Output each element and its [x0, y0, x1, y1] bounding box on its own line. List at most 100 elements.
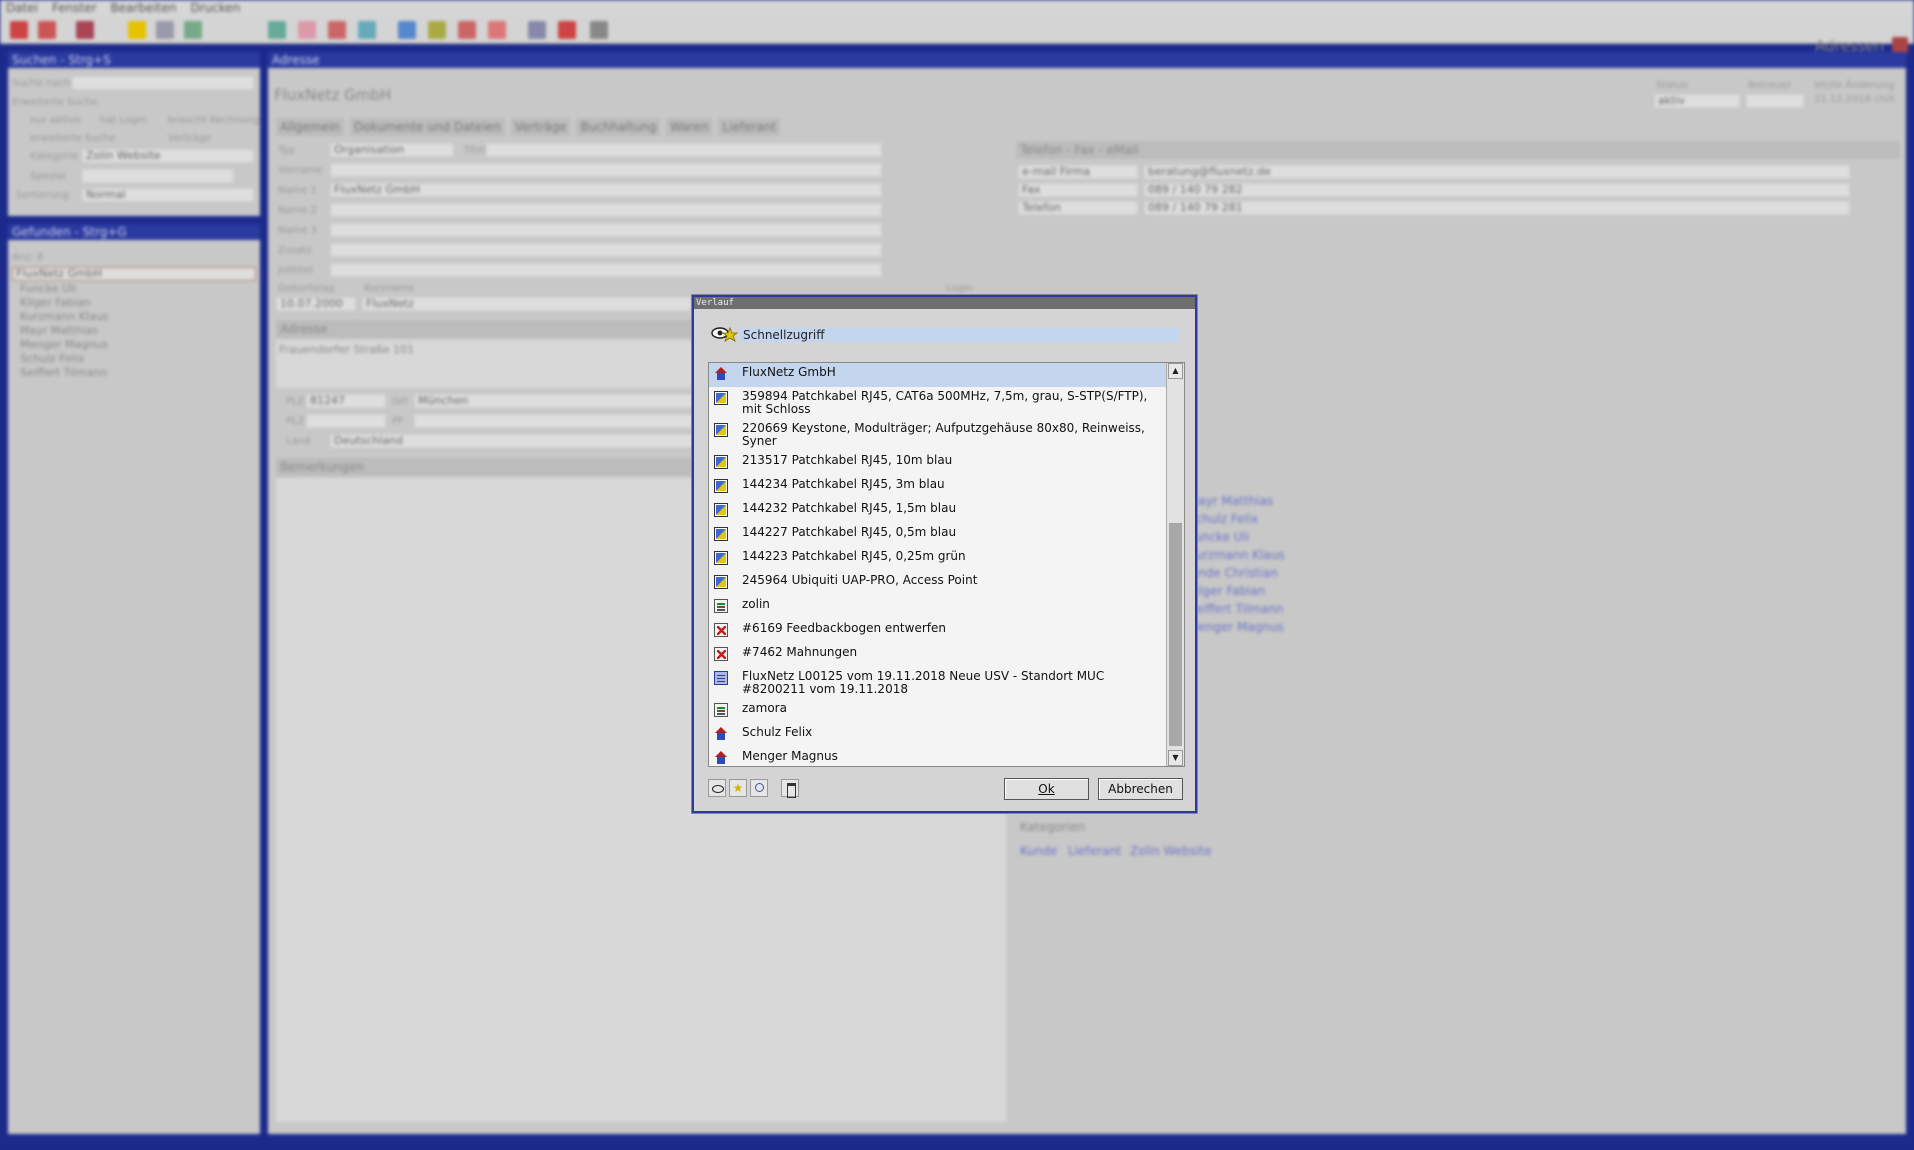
- history-list-item[interactable]: 144223 Patchkabel RJ45, 0,25m grün: [709, 547, 1167, 571]
- extended-search-checkbox[interactable]: erweiterte Suche: [30, 133, 115, 144]
- tab-allgemein[interactable]: Allgemein: [276, 118, 344, 136]
- delete-icon[interactable]: [38, 21, 56, 39]
- person-link[interactable]: Mayr Matthias: [1188, 494, 1273, 508]
- category-link[interactable]: Kunde: [1020, 844, 1057, 858]
- category-select[interactable]: Zolin Website: [82, 149, 254, 163]
- zip2-field[interactable]: [306, 414, 386, 428]
- only-active-checkbox[interactable]: nur aktive: [30, 115, 81, 126]
- menu-bearbeiten[interactable]: Bearbeiten: [111, 1, 177, 15]
- jobtitle-field[interactable]: [330, 263, 882, 277]
- person-link[interactable]: Menger Magnus: [1188, 620, 1284, 634]
- history-list-item[interactable]: zolin: [709, 595, 1167, 619]
- calendar-icon[interactable]: [528, 21, 546, 39]
- history-list-item[interactable]: 213517 Patchkabel RJ45, 10m blau: [709, 451, 1167, 475]
- shortname-field[interactable]: FluxNetz: [362, 297, 692, 311]
- tag-icon[interactable]: [428, 21, 446, 39]
- history-list-item[interactable]: Schulz Felix: [709, 723, 1167, 747]
- special-select[interactable]: [82, 169, 234, 183]
- found-item[interactable]: Kilger Fabian: [20, 296, 91, 309]
- contact-type-select[interactable]: e-mail Firma: [1018, 165, 1138, 179]
- menu-datei[interactable]: Datei: [6, 1, 38, 15]
- contact-type-select[interactable]: Fax: [1018, 183, 1138, 197]
- found-item[interactable]: Menger Magnus: [20, 338, 108, 351]
- product-icon[interactable]: [298, 21, 316, 39]
- has-login-checkbox[interactable]: hat Login: [100, 115, 147, 126]
- quick-access-row[interactable]: Schnellzugriff: [710, 322, 1180, 348]
- mail-icon[interactable]: [488, 21, 506, 39]
- list-icon[interactable]: [184, 21, 202, 39]
- supervisor-select[interactable]: [1746, 94, 1804, 108]
- tab-dokumente[interactable]: Dokumente und Dateien: [349, 118, 505, 136]
- found-item[interactable]: Seiffert Tilmann: [20, 366, 107, 379]
- scroll-up-arrow-icon[interactable]: ▲: [1168, 363, 1183, 379]
- zip-field[interactable]: 81247: [306, 394, 386, 408]
- star-icon[interactable]: [128, 21, 146, 39]
- history-list-item[interactable]: 144227 Patchkabel RJ45, 0,5m blau: [709, 523, 1167, 547]
- tab-vertraege[interactable]: Verträge: [510, 118, 571, 136]
- doc-icon[interactable]: [398, 21, 416, 39]
- history-list-item[interactable]: 359894 Patchkabel RJ45, CAT6a 500MHz, 7,…: [709, 387, 1167, 419]
- contact-value-field[interactable]: 089 / 140 79 281: [1144, 201, 1850, 215]
- city-field[interactable]: München: [414, 394, 696, 408]
- po-field[interactable]: [414, 414, 696, 428]
- search-icon[interactable]: [156, 21, 174, 39]
- new-icon[interactable]: [10, 21, 28, 39]
- title-select[interactable]: [486, 143, 882, 157]
- status-select[interactable]: aktiv: [1654, 94, 1740, 108]
- contact-type-select[interactable]: Telefon: [1018, 201, 1138, 215]
- tab-lieferant[interactable]: Lieferant: [718, 118, 781, 136]
- star-icon[interactable]: ★: [729, 779, 747, 797]
- chat-icon[interactable]: [558, 21, 576, 39]
- contracts-checkbox[interactable]: Verträge: [168, 133, 211, 144]
- category-link[interactable]: Zolin Website: [1130, 844, 1212, 858]
- cart-icon[interactable]: [458, 21, 476, 39]
- needs-invoice-checkbox[interactable]: braucht Rechnung: [168, 115, 260, 126]
- found-item[interactable]: Funcke Uli: [20, 282, 76, 295]
- history-list-item[interactable]: zamora: [709, 699, 1167, 723]
- task-icon[interactable]: [328, 21, 346, 39]
- person-link[interactable]: Seiffert Tilmann: [1188, 602, 1283, 616]
- image-icon[interactable]: [358, 21, 376, 39]
- addition-field[interactable]: [330, 243, 882, 257]
- tab-buchhaltung[interactable]: Buchhaltung: [576, 118, 661, 136]
- history-list-item[interactable]: FluxNetz GmbH: [709, 363, 1167, 387]
- menu-fenster[interactable]: Fenster: [52, 1, 97, 15]
- address-icon[interactable]: [268, 21, 286, 39]
- country-field[interactable]: Deutschland: [330, 434, 696, 448]
- street-area[interactable]: Frauendorfer Straße 101: [276, 340, 696, 388]
- person-link[interactable]: Kilger Fabian: [1188, 584, 1265, 598]
- history-list-item[interactable]: Menger Magnus: [709, 747, 1167, 766]
- history-list-item[interactable]: 144232 Patchkabel RJ45, 1,5m blau: [709, 499, 1167, 523]
- type-select[interactable]: Organisation: [330, 143, 454, 157]
- person-link[interactable]: Schulz Felix: [1188, 512, 1258, 526]
- sort-select[interactable]: Normal: [82, 188, 254, 202]
- history-list-item[interactable]: FluxNetz L00125 vom 19.11.2018 Neue USV …: [709, 667, 1167, 699]
- trash-icon[interactable]: [781, 779, 799, 798]
- search-input[interactable]: [72, 76, 254, 90]
- tab-waren[interactable]: Waren: [666, 118, 713, 136]
- birthday-field[interactable]: 10.07.2000: [276, 297, 356, 311]
- person-link[interactable]: Kurzmann Klaus: [1188, 548, 1285, 562]
- history-list-item[interactable]: 220669 Keystone, Modulträger; Aufputzgeh…: [709, 419, 1167, 451]
- history-list-item[interactable]: #6169 Feedbackbogen entwerfen: [709, 619, 1167, 643]
- firstname-field[interactable]: [330, 163, 882, 177]
- menu-drucken[interactable]: Drucken: [190, 1, 240, 15]
- history-list[interactable]: FluxNetz GmbH 359894 Patchkabel RJ45, CAT…: [708, 362, 1185, 767]
- home-icon[interactable]: [590, 21, 608, 39]
- history-list-item[interactable]: 144234 Patchkabel RJ45, 3m blau: [709, 475, 1167, 499]
- person-link[interactable]: Funcke Uli: [1188, 530, 1249, 544]
- history-list-item[interactable]: #7462 Mahnungen: [709, 643, 1167, 667]
- list-scrollbar[interactable]: ▲ ▼: [1166, 363, 1184, 766]
- person-link[interactable]: Linde Christian: [1188, 566, 1278, 580]
- eye-icon[interactable]: [708, 779, 726, 797]
- found-item[interactable]: Mayr Matthias: [20, 324, 98, 337]
- scroll-thumb[interactable]: [1169, 523, 1182, 746]
- scroll-down-arrow-icon[interactable]: ▼: [1168, 750, 1183, 766]
- name2-field[interactable]: [330, 203, 882, 217]
- found-item[interactable]: Kurzmann Klaus: [20, 310, 109, 323]
- name3-field[interactable]: [330, 223, 882, 237]
- found-item-selected[interactable]: FluxNetz GmbH: [12, 267, 256, 281]
- print-icon[interactable]: [76, 21, 94, 39]
- contact-value-field[interactable]: 089 / 140 79 282: [1144, 183, 1850, 197]
- cancel-button[interactable]: Abbrechen: [1098, 778, 1183, 800]
